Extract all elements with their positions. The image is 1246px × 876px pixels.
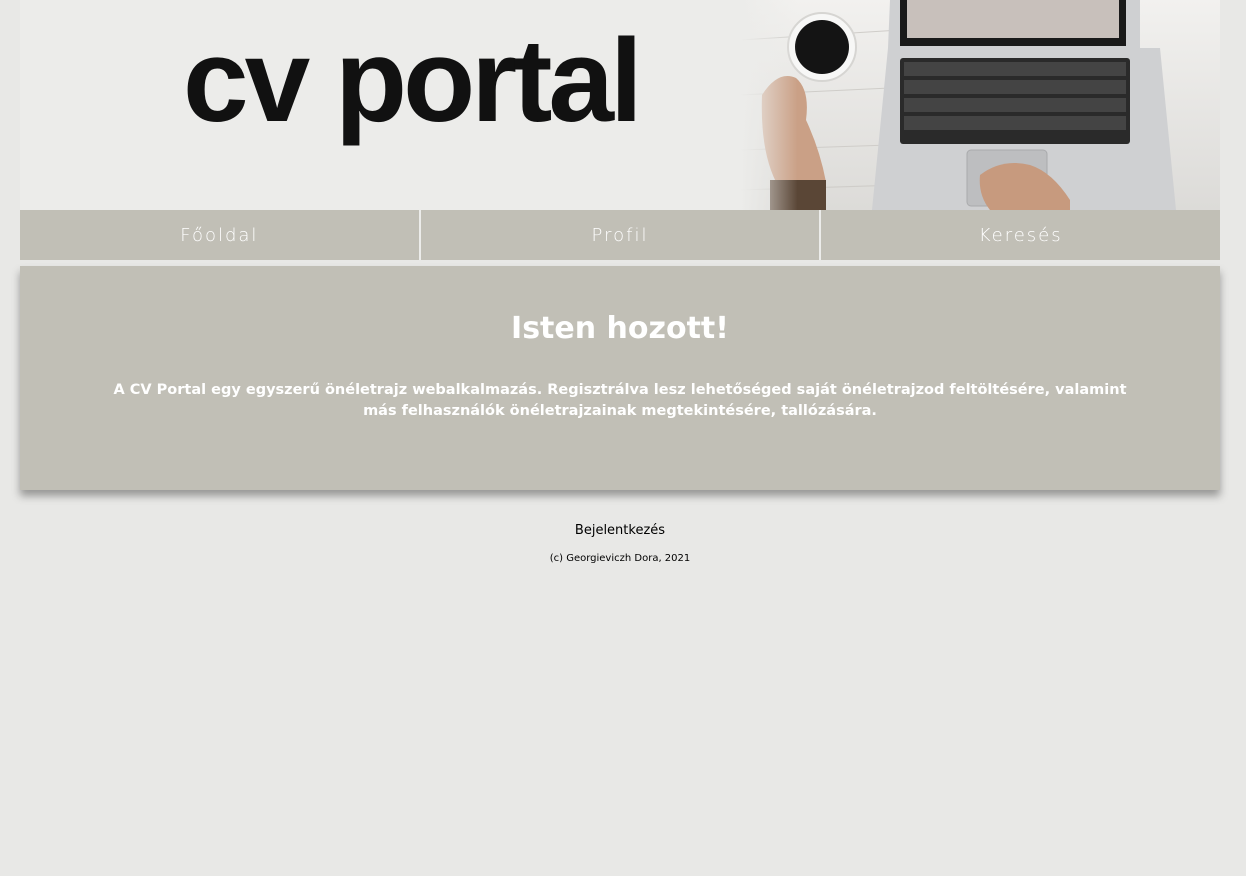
header-banner: cv portal	[20, 0, 1220, 210]
main-nav: Főoldal Profil Keresés	[20, 210, 1221, 260]
welcome-panel: Isten hozott! A CV Portal egy egyszerű ö…	[20, 266, 1220, 490]
site-logo[interactable]: cv portal	[183, 22, 643, 140]
nav-item-fooldal[interactable]: Főoldal	[20, 210, 419, 260]
copyright-text: (c) Georgieviczh Dora, 2021	[549, 553, 691, 564]
nav-item-profil[interactable]: Profil	[418, 210, 820, 260]
welcome-text: A CV Portal egy egyszerű önéletrajz weba…	[113, 382, 1127, 419]
page: cv portal Főoldal Profil Keresés Isten h…	[0, 0, 1246, 876]
nav-item-kereses[interactable]: Keresés	[819, 210, 1221, 260]
welcome-title: Isten hozott!	[511, 311, 729, 346]
login-link-row: Bejelentkezés	[0, 523, 1240, 538]
laptop-coffee-photo	[740, 0, 1220, 210]
login-link[interactable]: Bejelentkezés	[575, 523, 665, 538]
